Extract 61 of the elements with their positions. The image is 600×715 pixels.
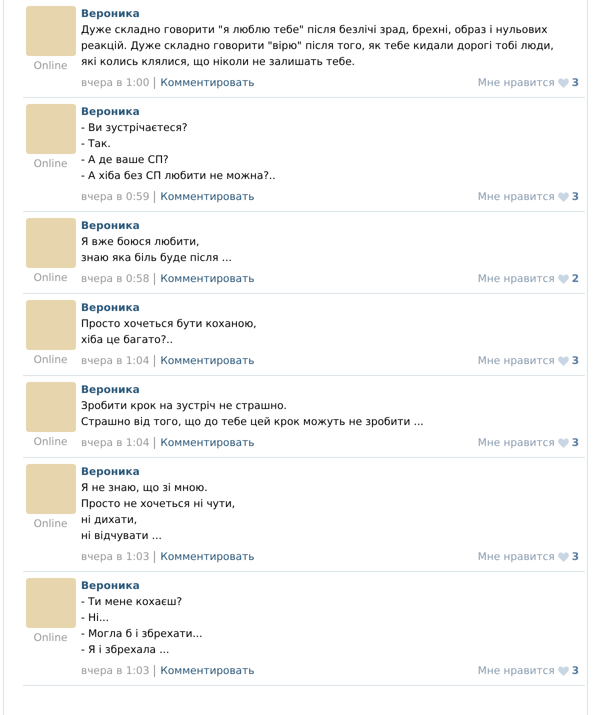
post-text: Я не знаю, що зі мною. — [81, 481, 209, 496]
like-count: 3 — [572, 436, 579, 450]
post-text: знаю яка біль буде після ... — [81, 251, 233, 266]
post-text: Я вже боюся любити, — [81, 235, 200, 250]
post-text: Просто хочеться бути коханою, — [81, 317, 258, 332]
avatar[interactable] — [26, 464, 76, 514]
like-count: 3 — [572, 190, 579, 204]
author-link[interactable]: Вероника — [81, 300, 585, 316]
heart-icon[interactable] — [558, 78, 569, 88]
author-link[interactable]: Вероника — [81, 104, 585, 120]
online-status: Online — [34, 518, 68, 530]
post-text: хіба це багато?.. — [81, 333, 174, 348]
post-text: - Так. — [81, 137, 112, 152]
comment-link[interactable]: Комментировать — [160, 436, 254, 450]
avatar[interactable] — [26, 300, 76, 350]
post-text: - А хіба без СП любити не можна?.. — [81, 169, 277, 184]
online-status: Online — [34, 632, 68, 644]
post-text: ні дихати, — [81, 513, 138, 528]
heart-icon[interactable] — [558, 356, 569, 366]
post-text: Просто не хочеться ні чути, — [81, 497, 236, 512]
author-link[interactable]: Вероника — [81, 6, 585, 22]
heart-icon[interactable] — [558, 552, 569, 562]
comment-link[interactable]: Комментировать — [160, 76, 254, 90]
online-status: Online — [34, 272, 68, 284]
avatar[interactable] — [26, 578, 76, 628]
author-link[interactable]: Вероника — [81, 382, 585, 398]
like-count: 3 — [572, 354, 579, 368]
like-count: 3 — [572, 76, 579, 90]
online-status: Online — [34, 60, 68, 72]
comment-link[interactable]: Комментировать — [160, 664, 254, 678]
post-text: - Ви зустрічаєтеся? — [81, 121, 188, 136]
avatar[interactable] — [26, 6, 76, 56]
post-text: - А де ваше СП? — [81, 153, 170, 168]
author-link[interactable]: Вероника — [81, 218, 585, 234]
post-text: ні відчувати ... — [81, 529, 163, 544]
like-count: 3 — [572, 550, 579, 564]
comment-link[interactable]: Комментировать — [160, 354, 254, 368]
heart-icon[interactable] — [558, 666, 569, 676]
comment-link[interactable]: Комментировать — [160, 272, 254, 286]
post-text: - Ти мене кохаєш? — [81, 595, 184, 610]
heart-icon[interactable] — [558, 274, 569, 284]
avatar[interactable] — [26, 218, 76, 268]
heart-icon[interactable] — [558, 192, 569, 202]
post-text: - Ні... — [81, 611, 110, 626]
online-status: Online — [34, 158, 68, 170]
like-count: 3 — [572, 664, 579, 678]
post-text: - Могла б і збрехати... — [81, 627, 204, 642]
like-count: 2 — [572, 272, 579, 286]
heart-icon[interactable] — [558, 438, 569, 448]
comment-link[interactable]: Комментировать — [160, 550, 254, 564]
post-text: - Я і збрехала ... — [81, 643, 170, 658]
online-status: Online — [34, 436, 68, 448]
avatar[interactable] — [26, 382, 76, 432]
author-link[interactable]: Вероника — [81, 578, 585, 594]
post-text: Дуже складно говорити "я люблю тебе" після безлічі зрад, брехні, образ і нульових реакцій. Дуже складно говорити "вірю" після того, як тебе кидали дорогі тобі люди, які колись клялися, що ніколи не залишать тебе. — [81, 23, 555, 70]
author-link[interactable]: Вероника — [81, 464, 585, 480]
avatar[interactable] — [26, 104, 76, 154]
post-text: Зробити крок на зустріч не страшно. — [81, 399, 288, 414]
post-text: Страшно від того, що до тебе цей крок можуть не зробити ... — [81, 415, 425, 430]
comment-link[interactable]: Комментировать — [160, 190, 254, 204]
online-status: Online — [34, 354, 68, 366]
